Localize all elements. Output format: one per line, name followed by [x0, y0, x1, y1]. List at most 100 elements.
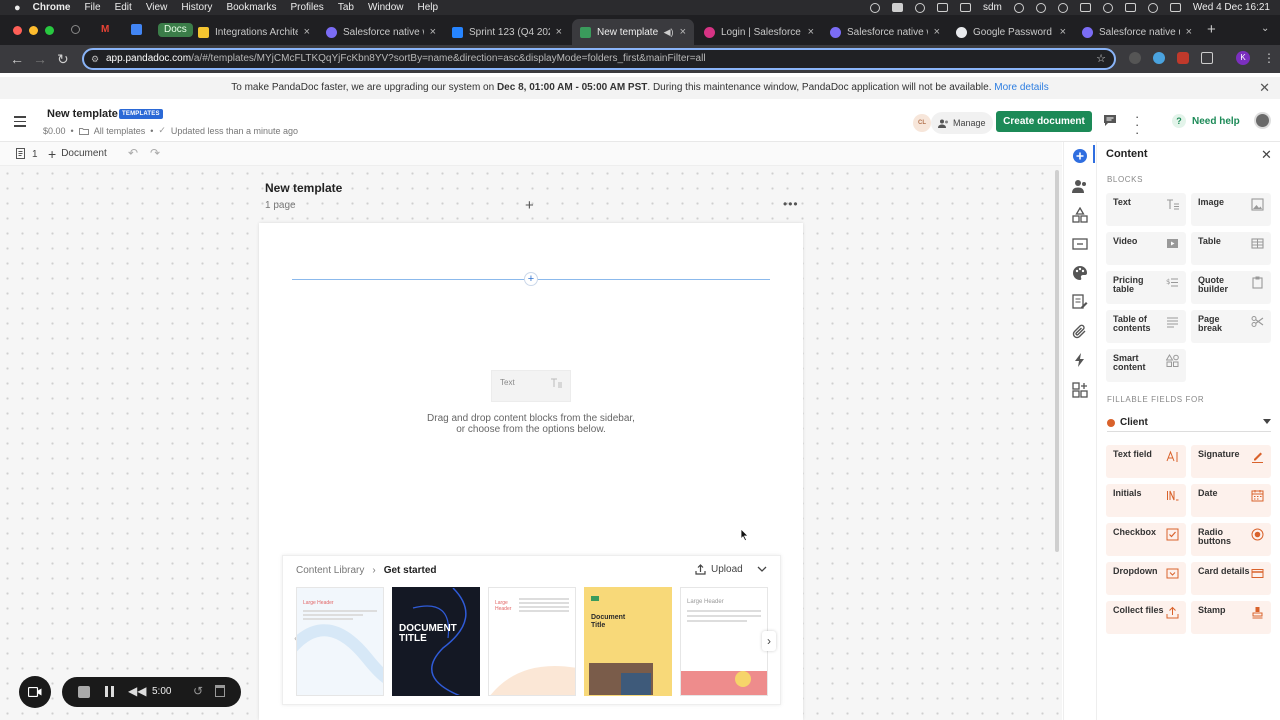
pause-icon[interactable]	[105, 686, 114, 697]
extension-icon[interactable]	[1153, 52, 1165, 64]
menu-file[interactable]: File	[84, 2, 100, 13]
field-signature[interactable]: Signature	[1191, 445, 1271, 478]
field-text[interactable]: Text field	[1106, 445, 1186, 478]
pricing-icon[interactable]	[1072, 236, 1088, 252]
reload-icon[interactable]: ↻	[57, 51, 69, 68]
zoom-icon[interactable]	[915, 2, 925, 13]
restart-icon[interactable]: ↺	[193, 684, 203, 698]
field-collect-files[interactable]: Collect files	[1106, 601, 1186, 634]
field-card-details[interactable]: Card details	[1191, 562, 1271, 595]
menu-help[interactable]: Help	[418, 2, 439, 13]
tab-salesforce-native-1[interactable]: Salesforce native wo ×	[318, 19, 444, 45]
field-checkbox[interactable]: Checkbox	[1106, 523, 1186, 556]
document-edit-icon[interactable]	[1072, 294, 1088, 310]
menu-window[interactable]: Window	[368, 2, 404, 13]
tab-new-template[interactable]: New template - P ◀) ×	[572, 19, 694, 45]
menu-edit[interactable]: Edit	[115, 2, 132, 13]
hamburger-menu-icon[interactable]	[14, 116, 26, 130]
minimize-window-icon[interactable]	[29, 26, 38, 35]
tab-salesforce-native-3[interactable]: Salesforce native us ×	[1074, 19, 1200, 45]
template-thumbnail[interactable]: Large Header	[488, 587, 576, 696]
cloud-icon[interactable]	[1013, 2, 1024, 13]
block-video[interactable]: Video	[1106, 232, 1186, 265]
folder-link[interactable]: All templates	[94, 126, 146, 136]
canvas-scrollbar[interactable]	[1055, 170, 1059, 552]
block-table-of-contents[interactable]: Table of contents	[1106, 310, 1186, 343]
comments-icon[interactable]	[1103, 114, 1117, 127]
audio-icon[interactable]: ◀)	[664, 27, 674, 38]
field-dropdown[interactable]: Dropdown	[1106, 562, 1186, 595]
chrome-icon[interactable]	[1035, 2, 1046, 13]
recipient-select[interactable]: Client	[1107, 414, 1271, 432]
close-tab-icon[interactable]: ×	[304, 26, 310, 38]
recipients-icon[interactable]	[1072, 178, 1088, 194]
template-thumbnail[interactable]: Large Header	[680, 587, 768, 696]
tab-integrations[interactable]: Integrations Architect ×	[190, 19, 318, 45]
automation-bolt-icon[interactable]	[1072, 352, 1088, 368]
tab-search-icon[interactable]: ⌄	[1261, 23, 1269, 34]
block-text[interactable]: Text	[1106, 193, 1186, 226]
template-thumbnail[interactable]: Document Title	[584, 587, 672, 696]
menu-bookmarks[interactable]: Bookmarks	[226, 2, 276, 13]
page-more-icon[interactable]: •••	[783, 197, 799, 211]
insert-block-icon[interactable]: +	[524, 272, 538, 286]
extensions-puzzle-icon[interactable]	[1201, 52, 1213, 64]
menu-tab[interactable]: Tab	[338, 2, 354, 13]
new-tab-icon[interactable]: +	[1207, 21, 1216, 38]
screen-record-icon[interactable]	[892, 3, 903, 12]
chrome-menu-icon[interactable]: ⋮	[1263, 51, 1275, 65]
tab-group-docs[interactable]: Docs	[158, 23, 193, 37]
menubar-app-icon[interactable]	[960, 3, 971, 12]
address-bar[interactable]: ⚙ app.pandadoc.com/a/#/templates/MYjCMcF…	[82, 48, 1116, 70]
create-document-button[interactable]: Create document	[996, 111, 1092, 132]
close-sidebar-icon[interactable]: ✕	[1261, 147, 1272, 163]
attachment-icon[interactable]	[1072, 323, 1088, 339]
tab-sprint[interactable]: Sprint 123 (Q4 2024 ×	[444, 19, 570, 45]
delete-recording-icon[interactable]	[215, 685, 225, 697]
menubar-app-icon[interactable]	[937, 3, 948, 12]
rewind-icon[interactable]: ◀◀	[128, 684, 146, 698]
camera-toggle-button[interactable]	[19, 676, 51, 708]
keyboard-input-icon[interactable]	[1079, 3, 1091, 12]
close-tab-icon[interactable]: ×	[1186, 26, 1192, 38]
content-library-link[interactable]: Content Library	[296, 565, 364, 576]
user-avatar[interactable]	[1254, 112, 1271, 129]
gmail-icon[interactable]: M	[101, 25, 112, 35]
close-tab-icon[interactable]: ×	[556, 26, 562, 38]
add-document-button[interactable]: + Document	[48, 147, 107, 161]
maximize-window-icon[interactable]	[45, 26, 54, 35]
menu-profiles[interactable]: Profiles	[290, 2, 323, 13]
block-pricing-table[interactable]: Pricing table $	[1106, 271, 1186, 304]
template-price[interactable]: $0.00	[43, 126, 66, 136]
stop-recording-icon[interactable]	[78, 686, 90, 698]
clock[interactable]: Wed 4 Dec 16:21	[1193, 2, 1270, 13]
more-details-link[interactable]: More details	[994, 82, 1048, 93]
extension-icon[interactable]	[1129, 52, 1141, 64]
close-banner-icon[interactable]: ✕	[1259, 77, 1270, 99]
integrations-icon[interactable]	[1072, 382, 1088, 398]
design-palette-icon[interactable]	[1072, 265, 1088, 281]
field-stamp[interactable]: Stamp	[1191, 601, 1271, 634]
close-window-icon[interactable]	[13, 26, 22, 35]
field-date[interactable]: Date	[1191, 484, 1271, 517]
site-info-icon[interactable]: ⚙	[91, 50, 99, 68]
focus-moon-icon[interactable]	[1057, 2, 1068, 13]
apple-icon[interactable]: ●	[14, 2, 21, 14]
block-table[interactable]: Table	[1191, 232, 1271, 265]
tab-salesforce-login[interactable]: Login | Salesforce ×	[696, 19, 822, 45]
add-content-icon[interactable]	[1072, 148, 1088, 164]
redo-icon[interactable]: ↷	[150, 146, 160, 160]
close-tab-icon[interactable]: ×	[808, 26, 814, 38]
add-page-icon[interactable]: +	[525, 197, 534, 214]
close-tab-icon[interactable]: ×	[430, 26, 436, 38]
control-center-icon[interactable]	[1169, 3, 1181, 12]
block-page-break[interactable]: Page break	[1191, 310, 1271, 343]
template-thumbnail[interactable]: Large Header	[296, 587, 384, 696]
pinned-tab-icon[interactable]	[131, 24, 142, 35]
template-title[interactable]: New template	[47, 108, 118, 120]
sdm-status[interactable]: sdm	[983, 2, 1002, 13]
pinned-tab-icon[interactable]	[71, 25, 80, 34]
tab-salesforce-native-2[interactable]: Salesforce native wo ×	[822, 19, 948, 45]
block-quote-builder[interactable]: Quote builder	[1191, 271, 1271, 304]
profile-avatar-icon[interactable]: K	[1236, 51, 1250, 65]
